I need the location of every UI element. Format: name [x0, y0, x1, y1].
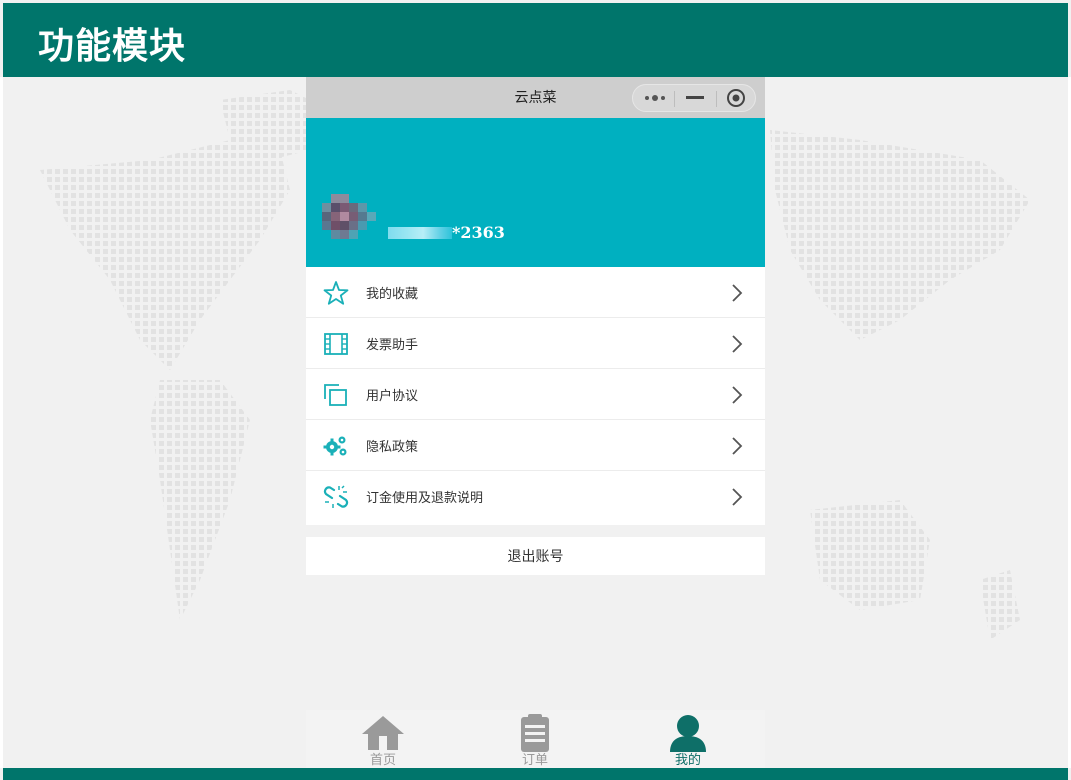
tab-bar: 首页 订单 我的: [306, 710, 765, 768]
tab-label: 首页: [369, 753, 396, 768]
capsule-separator: [716, 91, 717, 107]
tab-orders[interactable]: 订单: [485, 710, 585, 768]
chevron-right-icon: [732, 386, 743, 404]
menu-list: 我的收藏 发票助手 用户协议 隐私政策 订金使用及退款说明: [306, 267, 765, 525]
target-close-icon[interactable]: [719, 85, 753, 111]
slide-title: 功能模块: [38, 26, 187, 67]
tab-home[interactable]: 首页: [333, 710, 433, 768]
phone-suffix: *2363: [452, 223, 505, 242]
menu-item-privacy-policy[interactable]: 隐私政策: [306, 420, 765, 471]
home-icon: [362, 716, 404, 750]
slide-border-left: [0, 77, 3, 768]
masked-phone-number: *2363: [388, 223, 505, 242]
menu-item-user-agreement[interactable]: 用户协议: [306, 369, 765, 420]
gears-icon: [323, 436, 347, 456]
chevron-right-icon: [732, 335, 743, 353]
menu-label: 用户协议: [366, 389, 419, 404]
minimize-icon[interactable]: [677, 85, 713, 111]
menu-label: 我的收藏: [366, 287, 419, 302]
capsule-menu: [632, 84, 756, 112]
menu-item-invoice[interactable]: 发票助手: [306, 318, 765, 369]
tab-label: 订单: [521, 753, 548, 768]
pixelated-avatar[interactable]: [322, 194, 376, 240]
menu-item-favorites[interactable]: 我的收藏: [306, 267, 765, 318]
mini-program-titlebar: 云点菜: [306, 77, 765, 118]
tab-mine[interactable]: 我的: [638, 710, 738, 768]
tab-label: 我的: [674, 753, 701, 768]
slide-header: 功能模块: [3, 3, 1068, 77]
order-clipboard-icon: [521, 714, 549, 752]
more-dots-icon[interactable]: [637, 85, 673, 111]
chevron-right-icon: [732, 284, 743, 302]
menu-label: 隐私政策: [366, 440, 419, 455]
capsule-separator: [674, 91, 675, 107]
star-icon: [323, 281, 349, 305]
menu-label: 发票助手: [366, 338, 419, 353]
menu-item-deposit-refund[interactable]: 订金使用及退款说明: [306, 471, 765, 522]
profile-banner: *2363: [306, 118, 765, 267]
user-icon: [670, 715, 706, 752]
chevron-right-icon: [732, 488, 743, 506]
chevron-right-icon: [732, 437, 743, 455]
logout-label: 退出账号: [507, 549, 564, 565]
film-invoice-icon: [324, 333, 348, 355]
broken-link-icon: [323, 485, 349, 508]
copy-pages-icon: [324, 384, 347, 406]
logout-button[interactable]: 退出账号: [306, 537, 765, 575]
slide-footer: [3, 768, 1068, 780]
menu-label: 订金使用及退款说明: [366, 491, 484, 506]
phone-mask-blur: [388, 226, 452, 239]
phone-mockup: 云点菜 *2363 我的收藏 发票助手 用户协议 隐私政策 订金使用及退款说明 …: [306, 77, 765, 768]
